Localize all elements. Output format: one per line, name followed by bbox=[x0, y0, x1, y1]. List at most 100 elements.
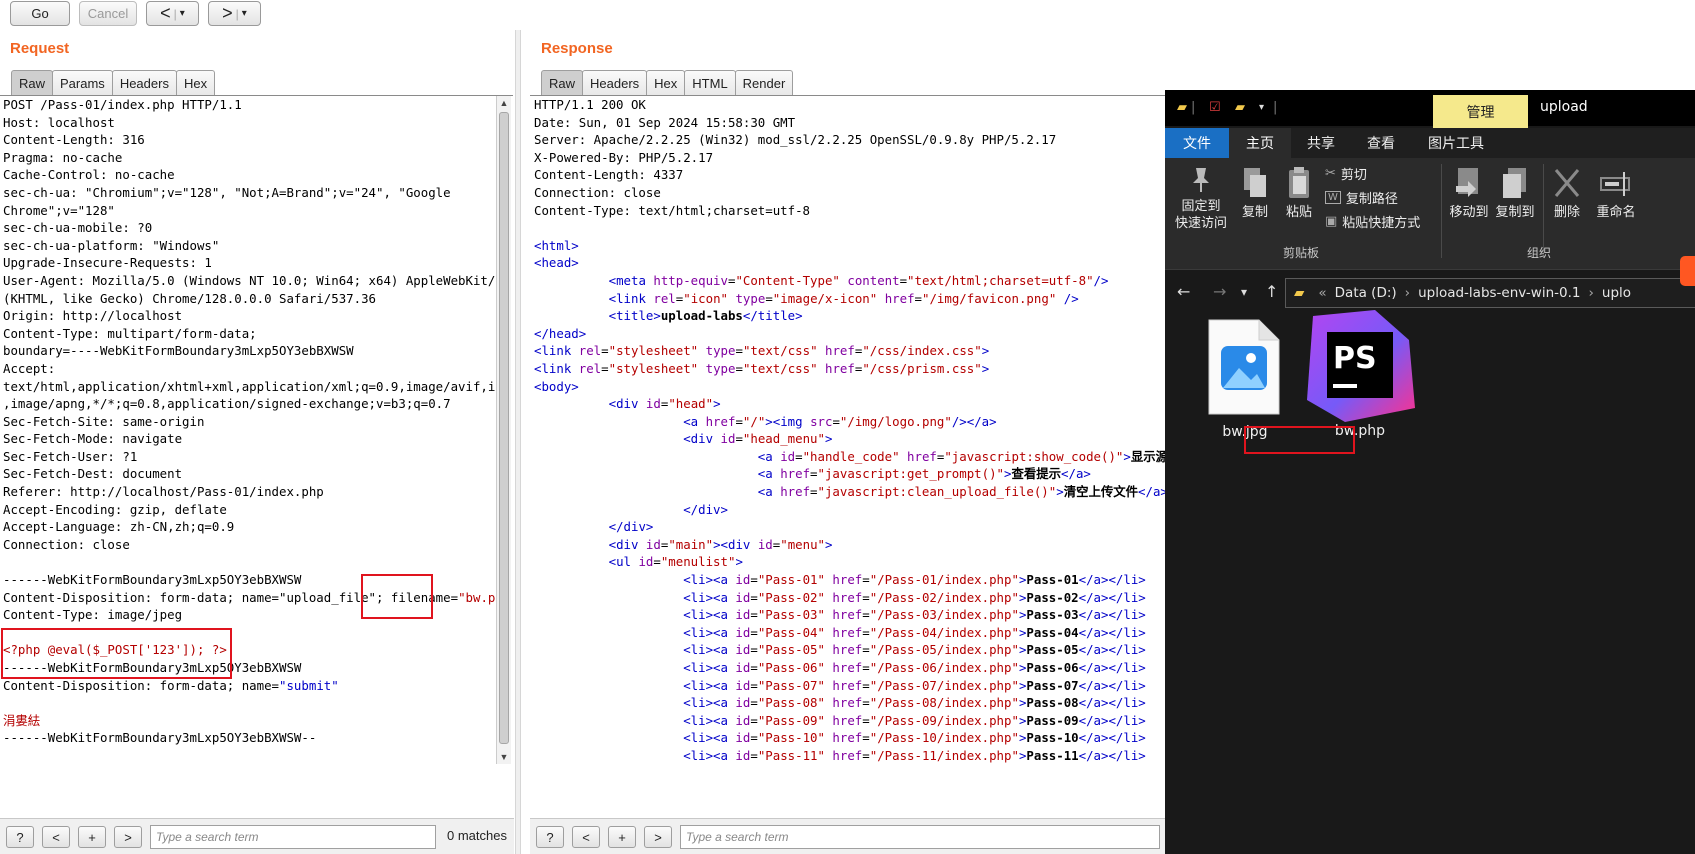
up-icon[interactable]: ↑ bbox=[1265, 282, 1278, 301]
tab-render[interactable]: Render bbox=[734, 70, 794, 95]
request-title: Request bbox=[10, 40, 70, 57]
title-text: upload-labs bbox=[660, 308, 743, 324]
request-line: boundary=----WebKitFormBoundary3mLxp5OY3… bbox=[3, 343, 354, 359]
request-line bbox=[3, 553, 495, 571]
request-line: Cache-Control: no-cache bbox=[3, 167, 175, 183]
response-editor[interactable]: HTTP/1.1 200 OK Date: Sun, 01 Sep 2024 15… bbox=[534, 96, 1165, 854]
copy-to-button[interactable]: 复制到 bbox=[1493, 166, 1537, 221]
manage-tab[interactable]: 管理 bbox=[1433, 95, 1528, 128]
add-match-button[interactable]: + bbox=[78, 826, 106, 848]
menu-list-item: <li><a id="Pass-08" href="/Pass-08/index… bbox=[683, 695, 1146, 711]
tab-raw[interactable]: Raw bbox=[11, 70, 54, 95]
tab-html[interactable]: HTML bbox=[684, 70, 736, 95]
paste-shortcut-button[interactable]: ▣ 粘贴快捷方式 bbox=[1325, 212, 1420, 231]
chevron-down-icon[interactable]: ▾ bbox=[1241, 285, 1247, 299]
tab-picture-tools[interactable]: 图片工具 bbox=[1411, 128, 1501, 158]
add-match-button[interactable]: + bbox=[608, 826, 636, 848]
html-line: <div id="head"> bbox=[608, 396, 721, 412]
prev-match-button[interactable]: < bbox=[572, 826, 600, 848]
prev-match-button[interactable]: < bbox=[42, 826, 70, 848]
properties-icon[interactable]: ☑ bbox=[1209, 100, 1221, 115]
rename-icon bbox=[1600, 172, 1630, 196]
request-line: POST /Pass-01/index.php HTTP/1.1 bbox=[3, 97, 242, 112]
request-line: Sec-Fetch-Site: same-origin bbox=[3, 413, 205, 429]
response-search-input[interactable]: Type a search term bbox=[680, 825, 1160, 849]
tab-hex[interactable]: Hex bbox=[175, 70, 216, 95]
rename-button[interactable]: 重命名 bbox=[1590, 166, 1642, 221]
chevron-down-icon: ▾ bbox=[241, 8, 247, 19]
breadcrumb-item[interactable]: upload-labs-env-win-0.1 bbox=[1418, 285, 1580, 301]
delete-button[interactable]: 删除 bbox=[1549, 166, 1585, 221]
filename-highlight-box bbox=[361, 574, 433, 619]
menu-list-item: <li><a id="Pass-09" href="/Pass-09/index… bbox=[683, 712, 1146, 728]
html-line: <ul id="menulist"> bbox=[608, 554, 743, 570]
scroll-thumb[interactable] bbox=[499, 112, 509, 744]
breadcrumb-item[interactable]: uplo bbox=[1602, 285, 1631, 301]
html-line: </head> bbox=[534, 325, 587, 341]
svg-text:PS: PS bbox=[1333, 341, 1377, 376]
back-icon[interactable]: ← bbox=[1177, 282, 1190, 301]
copy-path-button[interactable]: W 复制路径 bbox=[1325, 188, 1398, 207]
response-header-line: Date: Sun, 01 Sep 2024 15:58:30 GMT bbox=[534, 114, 796, 130]
group-clipboard-label: 剪贴板 bbox=[1283, 246, 1320, 260]
help-button[interactable]: ? bbox=[536, 826, 564, 848]
tab-headers[interactable]: Headers bbox=[582, 70, 648, 95]
tab-view[interactable]: 查看 bbox=[1351, 128, 1411, 158]
back-button[interactable]: < | ▾ bbox=[146, 1, 199, 26]
breadcrumb-item[interactable]: Data (D:) bbox=[1335, 285, 1397, 301]
pin-quick-access-button[interactable]: 固定到 快速访问 bbox=[1171, 166, 1231, 232]
copy-icon bbox=[1244, 168, 1266, 197]
request-line: Upgrade-Insecure-Requests: 1 bbox=[3, 255, 212, 271]
html-line: <div id="head_menu"> bbox=[683, 431, 833, 447]
move-to-button[interactable]: 移动到 bbox=[1447, 166, 1491, 221]
html-line: <a href="javascript:get_prompt()">查看提示</… bbox=[757, 466, 1091, 482]
new-folder-icon[interactable]: ▰ bbox=[1235, 100, 1245, 115]
html-line: <meta http-equiv="Content-Type" content=… bbox=[608, 272, 1109, 288]
scroll-down-icon[interactable]: ▼ bbox=[497, 750, 511, 764]
html-line: <div id="main"><div id="menu"> bbox=[608, 536, 833, 552]
copy-button[interactable]: 复制 bbox=[1235, 166, 1275, 221]
tab-hex[interactable]: Hex bbox=[646, 70, 686, 95]
tab-share[interactable]: 共享 bbox=[1291, 128, 1351, 158]
request-line: ------WebKitFormBoundary3mLxp5OY3ebBXWSW… bbox=[3, 730, 317, 746]
match-count: 0 matches bbox=[447, 828, 507, 843]
cancel-button[interactable]: Cancel bbox=[79, 1, 137, 26]
forward-icon[interactable]: → bbox=[1213, 282, 1226, 301]
scroll-up-icon[interactable]: ▲ bbox=[497, 96, 511, 110]
tab-raw[interactable]: Raw bbox=[541, 70, 584, 95]
response-tabs: Raw Headers Hex HTML Render bbox=[541, 70, 794, 95]
file-item-bw-php[interactable]: PS bw.php bbox=[1305, 310, 1415, 439]
file-item-bw-jpg[interactable]: bw.jpg bbox=[1195, 318, 1295, 440]
next-match-button[interactable]: > bbox=[114, 826, 142, 848]
tab-home[interactable]: 主页 bbox=[1229, 128, 1291, 158]
request-line: Sec-Fetch-Mode: navigate bbox=[3, 431, 183, 447]
forward-button[interactable]: > | ▾ bbox=[208, 1, 261, 26]
html-line: </div> bbox=[608, 519, 654, 535]
chevron-down-icon: ▾ bbox=[179, 8, 185, 19]
html-line: </div> bbox=[683, 501, 728, 517]
paste-button[interactable]: 粘贴 bbox=[1279, 166, 1319, 221]
menu-list-item: <li><a id="Pass-01" href="/Pass-01/index… bbox=[683, 572, 1146, 588]
customize-icon[interactable]: ▾ bbox=[1259, 102, 1264, 113]
menu-list-item: <li><a id="Pass-07" href="/Pass-07/index… bbox=[683, 677, 1146, 693]
pane-divider[interactable] bbox=[515, 30, 521, 854]
scissors-icon: ✂ bbox=[1325, 166, 1336, 181]
tab-params[interactable]: Params bbox=[52, 70, 113, 95]
folder-icon[interactable]: ▰ bbox=[1177, 100, 1187, 115]
paste-icon bbox=[1289, 167, 1309, 198]
go-button[interactable]: Go bbox=[10, 1, 70, 26]
submit-value: "submit" bbox=[279, 677, 339, 693]
tab-file[interactable]: 文件 bbox=[1165, 128, 1229, 158]
tab-headers[interactable]: Headers bbox=[111, 70, 177, 95]
next-match-button[interactable]: > bbox=[644, 826, 672, 848]
path-breadcrumb[interactable]: ▰ « Data (D:) › upload-labs-env-win-0.1 … bbox=[1285, 278, 1695, 308]
phpstorm-file-icon: PS bbox=[1307, 310, 1415, 422]
request-search-input[interactable]: Type a search term bbox=[150, 825, 436, 849]
cut-button[interactable]: ✂ 剪切 bbox=[1325, 164, 1367, 183]
help-button[interactable]: ? bbox=[6, 826, 34, 848]
request-line: Pragma: no-cache bbox=[3, 149, 123, 165]
paste-shortcut-icon: ▣ bbox=[1325, 214, 1338, 229]
request-editor[interactable]: POST /Pass-01/index.php HTTP/1.1 Host: lo… bbox=[3, 96, 495, 854]
html-line: <link rel="stylesheet" type="text/css" h… bbox=[534, 343, 990, 359]
request-scrollbar[interactable]: ▲ ▼ bbox=[496, 96, 511, 764]
